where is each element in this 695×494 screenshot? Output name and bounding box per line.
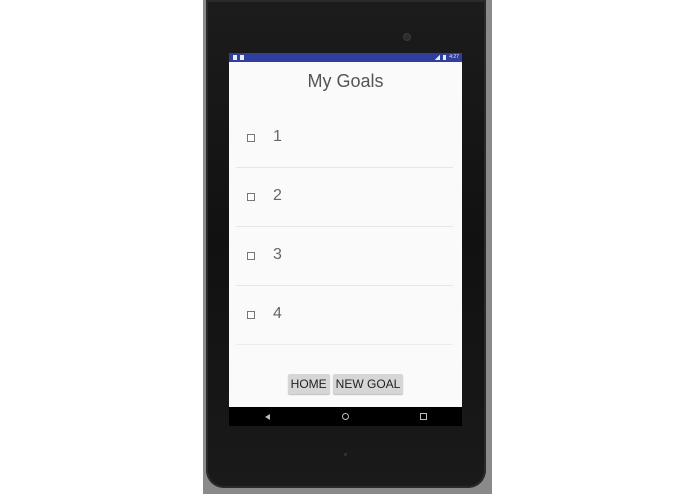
notification-icon [233,55,237,60]
goal-checkbox[interactable] [247,311,255,319]
goal-item[interactable]: 2 [236,168,453,227]
goal-item[interactable]: 4 [236,286,453,345]
home-button[interactable]: HOME [287,374,330,394]
home-circle-icon [341,413,349,420]
signal-icon [435,55,441,60]
notification-icons [233,55,244,60]
new-goal-button[interactable]: NEW GOAL [332,374,404,394]
status-time: 4:27 [449,54,459,60]
status-indicators: 4:27 [435,53,459,62]
goal-item[interactable]: 3 [236,227,453,286]
goal-label: 3 [273,246,282,263]
goal-checkbox[interactable] [247,134,255,142]
front-camera-icon [403,33,411,41]
nav-home-button[interactable] [325,413,365,420]
system-nav-bar [229,407,462,426]
goal-checkbox[interactable] [247,193,255,201]
goal-list: 1 2 3 4 [236,109,453,345]
goal-label: 1 [273,128,282,145]
goal-item[interactable]: 1 [236,109,453,168]
action-buttons: HOME NEW GOAL [229,374,462,394]
goal-checkbox[interactable] [247,252,255,260]
battery-icon [443,55,447,60]
notification-icon [240,55,244,60]
sensor-dot [344,453,347,456]
recents-square-icon [419,413,427,420]
goal-label: 2 [273,187,282,204]
page-title: My Goals [307,71,384,91]
device-screen: 4:27 My Goals 1 2 3 4 HOME NEW GOAL [229,53,462,426]
goal-label: 4 [273,305,282,322]
nav-recents-button[interactable] [403,413,443,420]
nav-back-button[interactable] [248,413,288,420]
status-bar: 4:27 [229,53,462,62]
back-icon [265,413,271,420]
